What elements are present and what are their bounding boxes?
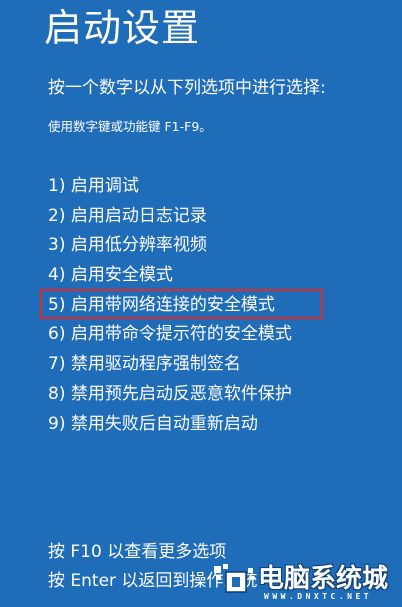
option-disable-auto-restart[interactable]: 9) 禁用失败后自动重新启动 [48,410,292,440]
page-title: 启动设置 [44,6,201,50]
watermark: 电脑系统城 WWW.DNXTC.NET [212,552,402,607]
watermark-brand: 电脑系统城 [258,564,389,594]
instruction-text: 按一个数字以从下列选项中进行选择: [48,78,326,98]
option-disable-early-launch-antimalware[interactable]: 8) 禁用预先启动反恶意软件保护 [48,380,292,410]
footer-more-options: 按 F10 以查看更多选项 [48,542,227,562]
option-enable-safe-mode[interactable]: 4) 启用安全模式 [48,261,292,291]
option-enable-boot-logging[interactable]: 2) 启用启动日志记录 [48,202,292,232]
option-enable-safe-mode-command-prompt[interactable]: 6) 启用带命令提示符的安全模式 [48,320,292,350]
dnxtc-logo-icon [214,564,254,593]
hint-text: 使用数字键或功能键 F1-F9。 [48,119,212,134]
option-enable-debugging[interactable]: 1) 启用调试 [48,172,292,202]
option-disable-driver-signature-enforcement[interactable]: 7) 禁用驱动程序强制签名 [48,350,292,380]
option-enable-low-resolution-video[interactable]: 3) 启用低分辨率视频 [48,231,292,261]
highlight-box [40,289,323,319]
watermark-url: WWW.DNXTC.NET [264,592,373,601]
